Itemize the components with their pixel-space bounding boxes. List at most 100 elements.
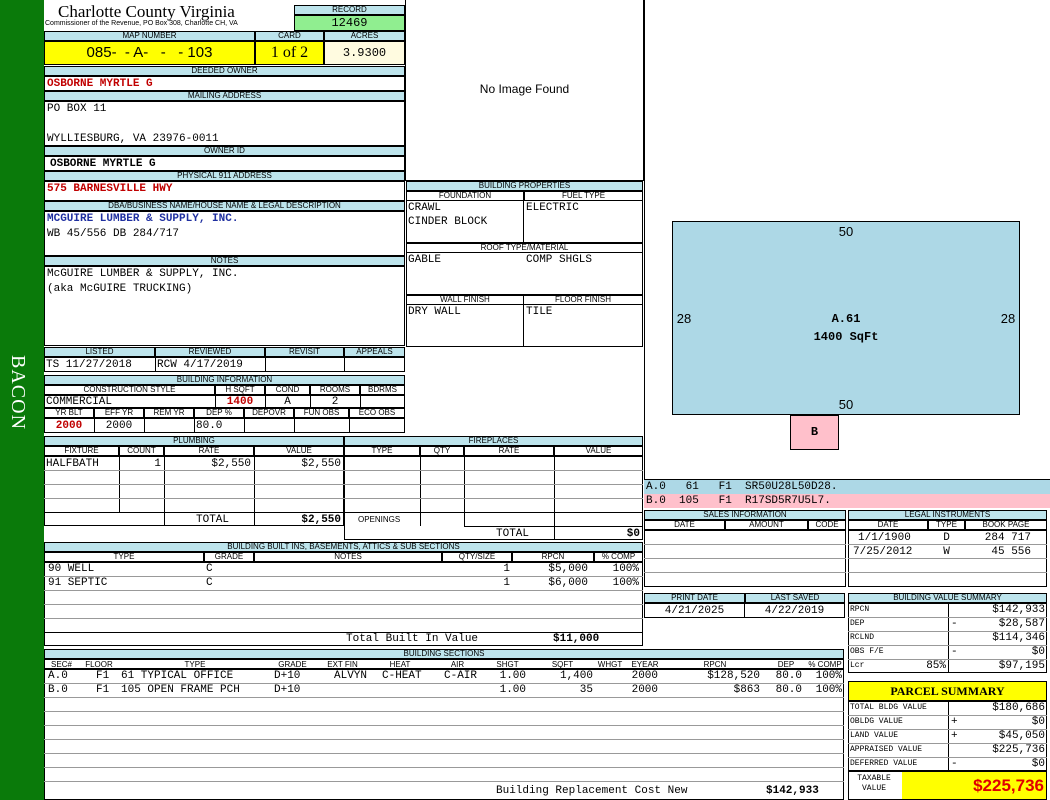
section-cell: $128,520 [707,670,760,682]
section-cell: 35 [579,684,593,696]
legal-row-date: 7/25/2012 [853,546,913,558]
ecoobs-label: ECO OBS [349,408,405,418]
side-bar: BACON [0,0,44,800]
builtins-row-rpcn: $5,000 [548,563,588,575]
foundation-1: CRAWL [408,202,442,214]
section-cell: C-HEAT [382,670,422,682]
fireplaces-col-type: TYPE [344,446,420,456]
record-value: 12469 [294,15,405,31]
legal-row-date: 1/1/1900 [858,532,911,544]
section-cell: 105 OPEN FRAME PCH [121,684,240,696]
deferred-value: $0 [1031,758,1045,770]
section-cell: 2000 [631,670,658,682]
legal-row-book: 45 556 [991,546,1031,558]
side-label: BACON [7,355,29,431]
no-image-text: No Image Found [479,82,570,96]
legal-col-date: DATE [848,520,928,530]
foundation-2: CINDER BLOCK [408,216,488,228]
bdrms-label: BDRMS [360,385,405,395]
sales-col-code: CODE [808,520,846,530]
section-cell: C-AIR [444,670,478,682]
revisit-label: REVISIT [265,347,344,357]
builtins-col-grade: GRADE [204,552,254,562]
acres-value: 3.9300 [324,41,405,65]
taxable-label-2: VALUE [861,784,886,793]
land-value-label: LAND VALUE [850,731,899,740]
listed-value: TS 11/27/2018 [46,359,132,371]
section-cell: 80.0 [775,670,802,682]
map-number-value: 085- - A- - - 103 [44,41,255,65]
commissioner-address: Commissioner of the Revenue, PO Box 308,… [45,20,238,27]
print-date-label: PRINT DATE [644,593,745,603]
plumbing-fixture: HALFBATH [46,458,99,470]
last-saved-label: LAST SAVED [745,593,845,603]
builtins-row-type: 90 WELL [48,563,95,575]
plumbing-col-count: COUNT [119,446,164,456]
legal-col-book: BOOK PAGE [965,520,1047,530]
rpcn-value: $142,933 [992,604,1045,616]
section-cell: 100% [815,670,842,682]
deeded-owner: OSBORNE MYRTLE G [47,78,153,90]
cond-value: A [284,396,291,408]
section-cell: 1.00 [499,684,526,696]
rooms-value: 2 [331,396,339,408]
hsqft-value: 1400 [226,396,254,408]
fuel-type: ELECTRIC [526,202,579,214]
builtins-row-comp: 100% [612,577,639,589]
builtins-col-comp: % COMP [594,552,643,562]
section-cell: 61 TYPICAL OFFICE [121,670,234,682]
builtins-total: $11,000 [553,633,600,645]
fireplaces-openings-label: OPENINGS [358,515,401,524]
fireplaces-col-rate: RATE [464,446,554,456]
obs-label: OBS F/E [850,647,884,656]
sketch-dim-left: 28 [676,311,692,326]
total-bldg-value: $180,686 [992,702,1045,714]
section-cell: F1 [96,684,110,696]
sections-header: SEC# FLOOR TYPE GRADE EXT FIN HEAT AIR S… [44,659,844,669]
fireplaces-title: FIREPLACES [344,436,643,446]
section-cell: ALVYN [334,670,368,682]
physical-address: 575 BARNESVILLE HWY [47,183,173,195]
owner-id: OSBORNE MYRTLE G [50,158,156,170]
legal-row-type: W [943,546,950,558]
effyr-value: 2000 [105,420,133,432]
plumbing-total: $2,550 [301,514,341,526]
builtins-row-rpcn: $6,000 [548,577,588,589]
builtins-row-grade: C [206,577,213,589]
sketch-area-text: 1400 SqFt [813,330,879,344]
builtins-row-grade: C [206,563,213,575]
dep-summary-label: DEP [850,619,865,628]
listed-label: LISTED [44,347,155,357]
appraised-label: APPRAISED VALUE [850,745,923,754]
lcr-value: $97,195 [998,660,1045,672]
value-summary-title: BUILDING VALUE SUMMARY [848,593,1047,603]
section-cell: A.0 [48,670,68,682]
building-info-title: BUILDING INFORMATION [44,375,405,385]
fireplaces-total-label: TOTAL [496,528,530,540]
section-cell: F1 [96,670,110,682]
plumbing-count: 1 [154,458,161,470]
building-properties-title: BUILDING PROPERTIES [406,181,643,191]
builtins-row-qty: 1 [503,577,510,589]
plumbing-total-label: TOTAL [196,514,230,526]
obldg-label: OBLDG VALUE [850,717,903,726]
builtins-col-notes: NOTES [254,552,442,562]
section-cell: 80.0 [775,684,802,696]
notes-line-1: McGUIRE LUMBER & SUPPLY, INC. [47,268,239,280]
section-cell: 1,400 [559,670,593,682]
parcel-summary-title: PARCEL SUMMARY [848,681,1047,701]
legal-row-book: 284 717 [984,532,1031,544]
obldg-value: $0 [1031,716,1045,728]
fireplaces-total: $0 [626,528,640,540]
yrblt-label: YR BLT [44,408,94,418]
plumbing-rate: $2,550 [211,458,251,470]
rpcn-label: RPCN [850,605,870,614]
builtins-title: BUILDING BUILT INS, BASEMENTS, ATTICS & … [44,542,643,552]
builtins-row-comp: 100% [612,563,639,575]
section-cell: D+10 [274,670,301,682]
appraised-value: $225,736 [992,744,1045,756]
deeded-owner-label: DEEDED OWNER [44,66,405,76]
sections-title: BUILDING SECTIONS [44,649,844,659]
fireplaces-col-qty: QTY [420,446,464,456]
section-cell: B.0 [48,684,68,696]
